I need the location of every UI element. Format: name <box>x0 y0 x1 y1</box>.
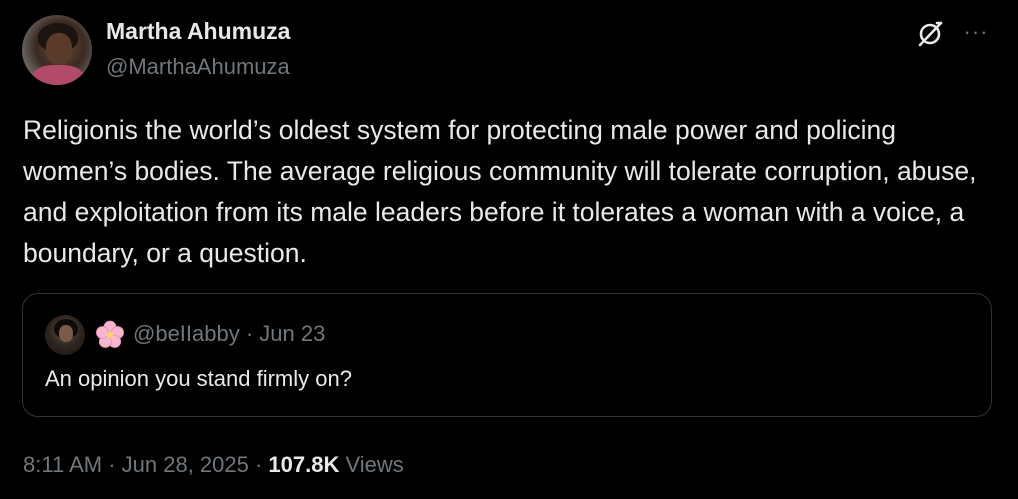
views-count: 107.8K <box>268 452 340 477</box>
quote-avatar[interactable] <box>45 315 85 355</box>
views-label: Views <box>339 452 404 477</box>
quote-text: An opinion you stand firmly on? <box>45 366 352 391</box>
author-display-name[interactable]: Martha Ahumuza <box>106 18 290 45</box>
cherry-blossom-icon <box>95 320 125 350</box>
author-handle[interactable]: @MarthaAhumuza <box>106 54 290 80</box>
quote-handle-line[interactable]: @beIIabby · Jun 23 <box>133 321 325 347</box>
quoted-tweet[interactable]: @beIIabby · Jun 23 An opinion you stand … <box>22 293 992 417</box>
more-icon[interactable]: ··· <box>960 18 992 46</box>
timestamp[interactable]: 8:11 AM · Jun 28, 2025 · <box>23 452 268 477</box>
avatar-face <box>46 33 72 65</box>
tweet-meta: 8:11 AM · Jun 28, 2025 · 107.8K Views <box>23 452 404 478</box>
quote-avatar-face <box>59 325 73 342</box>
tweet-text: Religionis the world’s oldest system for… <box>23 115 977 268</box>
author-avatar[interactable] <box>22 15 92 85</box>
avatar-shirt <box>32 65 84 85</box>
tweet[interactable]: Martha Ahumuza @MarthaAhumuza ··· Religi… <box>0 0 1018 499</box>
grok-icon[interactable] <box>916 20 944 48</box>
